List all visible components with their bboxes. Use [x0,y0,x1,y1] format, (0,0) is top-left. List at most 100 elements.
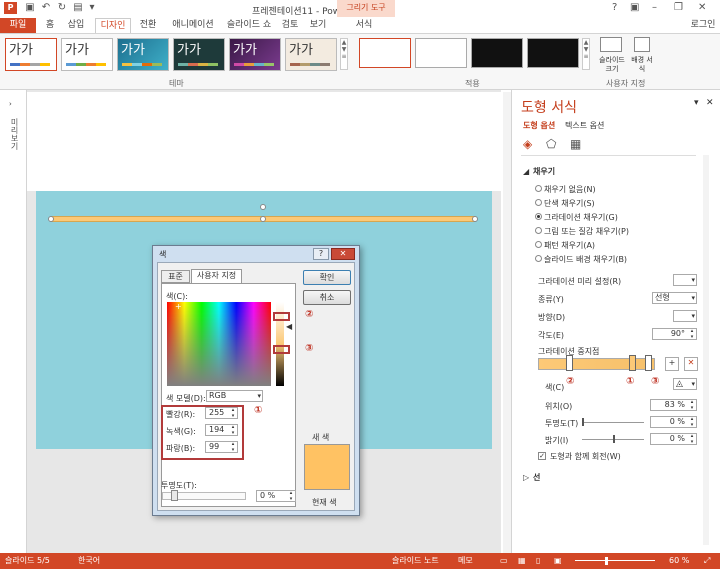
green-input[interactable]: 194 [205,424,238,436]
theme-office[interactable]: 가가 [5,38,57,71]
angle-input[interactable]: 90° [652,328,697,340]
theme-6[interactable]: 가가 [285,38,337,71]
redo-icon[interactable]: ↻ [56,2,68,14]
add-stop-icon[interactable]: + [665,357,679,371]
transparency-slider[interactable] [582,422,644,423]
brightness-input[interactable]: 0 % [650,433,697,445]
gradient-stop-3[interactable] [645,355,652,371]
ok-button[interactable]: 확인 [303,270,351,285]
gradient-stops-bar[interactable] [538,358,655,370]
slide-size-button[interactable]: 슬라이드 크기 [596,56,628,74]
fit-slide-icon[interactable]: ⤢ [704,553,710,569]
tab-custom[interactable]: 사용자 지정 [191,269,242,283]
tab-animations[interactable]: 애니메이션 [166,18,220,33]
slide-sorter-icon[interactable]: ▦ [518,553,526,569]
theme-5[interactable]: 가가 [229,38,281,71]
color-model-dropdown[interactable]: RGB [206,390,263,402]
size-properties-icon[interactable]: ▦ [570,137,581,151]
transparency-slider-thumb[interactable] [582,418,584,426]
position-input[interactable]: 83 % [650,399,697,411]
radio-gradient-fill[interactable] [535,213,542,220]
pane-options-icon[interactable]: ▾ [694,98,699,108]
expand-thumbnails-icon[interactable]: › [9,100,12,108]
type-dropdown[interactable]: 선형 [652,292,697,304]
start-from-beginning-icon[interactable]: ▤ [72,2,84,14]
color-spectrum[interactable] [167,302,271,386]
pane-scrollbar[interactable] [703,155,709,545]
tab-text-options[interactable]: 텍스트 옵션 [565,120,604,131]
undo-icon[interactable]: ↶ [40,2,52,14]
effects-icon[interactable]: ⬠ [546,137,556,151]
radio-no-fill[interactable] [535,185,542,192]
variant-1[interactable] [359,38,411,68]
remove-stop-icon[interactable]: ✕ [684,357,698,371]
zoom-slider-thumb[interactable] [605,557,608,565]
dialog-transparency-input[interactable]: 0 % [256,490,296,502]
color-dropdown[interactable]: ◬ [673,378,697,390]
tab-transitions[interactable]: 전환 [134,18,162,33]
zoom-level[interactable]: 60 % [669,553,689,569]
radio-background-fill[interactable] [535,255,542,262]
normal-view-icon[interactable]: ▭ [500,553,508,569]
ribbon-display-icon[interactable]: ▣ [630,2,639,13]
powerpoint-icon[interactable]: P [4,2,17,14]
blue-input[interactable]: 99 [205,441,238,453]
fill-header[interactable]: 채우기 [533,166,555,177]
transparency-input[interactable]: 0 % [650,416,697,428]
gradient-stop-1[interactable] [629,355,636,371]
cancel-button[interactable]: 취소 [303,290,351,305]
variant-3[interactable] [471,38,523,68]
tab-file[interactable]: 파일 [0,18,36,33]
tab-standard[interactable]: 표준 [161,270,190,283]
red-input[interactable]: 255 [205,407,238,419]
dialog-help-button[interactable]: ? [313,248,329,260]
workspace-scrollbar[interactable] [503,92,511,553]
rotate-handle[interactable] [260,204,266,210]
minimize-icon[interactable]: – [652,2,657,13]
direction-dropdown[interactable] [673,310,697,322]
help-icon[interactable]: ? [612,2,617,13]
comments-button[interactable]: 메모 [458,553,473,569]
pane-close-icon[interactable]: ✕ [706,98,714,108]
resize-handle[interactable] [260,216,266,222]
tab-view[interactable]: 보기 [306,18,330,33]
restore-icon[interactable]: ❐ [674,2,683,13]
rotate-with-shape-checkbox[interactable]: ✓ [538,452,546,460]
line-expand-icon[interactable]: ▷ [523,473,529,482]
tab-home[interactable]: 홈 [40,18,60,33]
format-background-button[interactable]: 배경 서식 [630,56,654,74]
save-icon[interactable]: ▣ [24,2,36,14]
tab-slideshow[interactable]: 슬라이드 쇼 [224,18,274,33]
dialog-transparency-thumb[interactable] [171,490,178,501]
radio-solid-fill[interactable] [535,199,542,206]
zoom-slider[interactable] [575,560,655,561]
close-icon[interactable]: ✕ [698,2,706,13]
fill-expand-icon[interactable]: ◢ [523,167,529,176]
resize-handle[interactable] [472,216,478,222]
notes-button[interactable]: 슬라이드 노트 [392,553,439,569]
gradient-stop-2[interactable] [566,355,573,371]
theme-4[interactable]: 가가 [173,38,225,71]
spectrum-crosshair[interactable]: + [175,302,182,311]
slideshow-icon[interactable]: ▣ [554,553,562,569]
tab-review[interactable]: 검토 [278,18,302,33]
luminance-pointer-icon[interactable]: ◀ [286,322,292,331]
dialog-close-button[interactable]: ✕ [331,248,355,260]
tab-insert[interactable]: 삽입 [62,18,90,33]
theme-2[interactable]: 가가 [61,38,113,71]
radio-pattern-fill[interactable] [535,241,542,248]
language-indicator[interactable]: 한국어 [78,553,100,569]
theme-3[interactable]: 가가 [117,38,169,71]
tab-shape-options[interactable]: 도형 옵션 [523,120,555,131]
preset-gradients-dropdown[interactable] [673,274,697,286]
themes-scroll[interactable]: ▲ ▼ ≡ [340,38,348,70]
variants-scroll[interactable]: ▲ ▼ ≡ [582,38,590,70]
line-header[interactable]: 선 [533,472,540,483]
tab-design[interactable]: 디자인 [95,18,131,33]
sign-in-link[interactable]: 로그인 [688,18,718,33]
reading-view-icon[interactable]: ▯ [536,553,540,569]
variant-4[interactable] [527,38,579,68]
fill-line-icon[interactable]: ◈ [523,137,532,151]
tab-format[interactable]: 서식 [350,18,378,33]
customize-qat-icon[interactable]: ▾ [86,2,98,14]
